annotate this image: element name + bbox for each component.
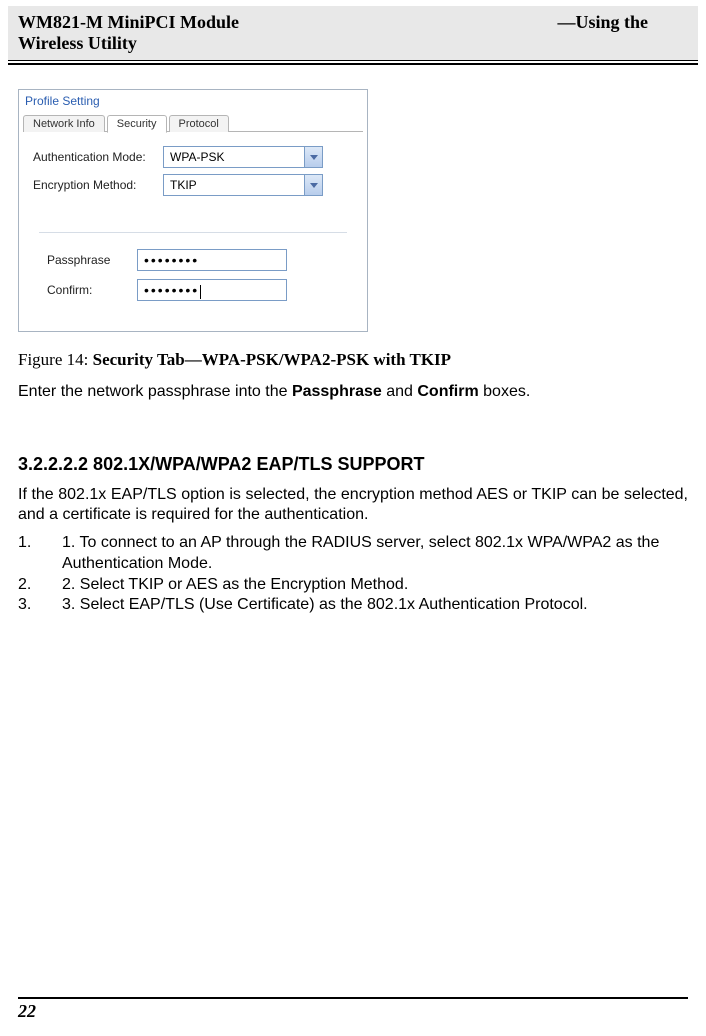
auth-mode-value: WPA-PSK (164, 150, 304, 164)
text-fragment: and (382, 383, 418, 400)
section-paragraph: If the 802.1x EAP/TLS option is selected… (18, 485, 688, 525)
list-text: 3. Select EAP/TLS (Use Certificate) as t… (62, 595, 688, 616)
chevron-down-icon[interactable] (304, 175, 322, 195)
auth-mode-label: Authentication Mode: (33, 150, 163, 164)
text-fragment: boxes. (479, 383, 531, 400)
profile-setting-window: Profile Setting Network Info Security Pr… (18, 89, 368, 332)
header-rule (8, 63, 698, 65)
window-title: Profile Setting (19, 90, 367, 110)
encryption-value: TKIP (164, 178, 304, 192)
tab-strip: Network Info Security Protocol (19, 110, 367, 132)
page-number: 22 (18, 1001, 688, 1022)
confirm-input[interactable]: •••••••• (137, 279, 287, 301)
text-fragment: Enter the network passphrase into the (18, 383, 292, 400)
tab-network-info[interactable]: Network Info (23, 115, 105, 132)
passphrase-instruction: Enter the network passphrase into the Pa… (18, 382, 688, 402)
text-bold: Passphrase (292, 383, 382, 400)
tab-label: Security (117, 118, 157, 130)
passphrase-label: Passphrase (47, 253, 137, 267)
list-number: 2. (18, 575, 62, 596)
page-header: WM821-M MiniPCI Module Wireless Utility … (8, 6, 698, 61)
figure-caption: Figure 14: Security Tab—WPA-PSK/WPA2-PSK… (18, 350, 688, 370)
header-product: WM821-M MiniPCI Module (18, 12, 239, 32)
tab-label: Protocol (179, 118, 219, 130)
text-bold: Confirm (417, 383, 478, 400)
passphrase-block: Passphrase •••••••• Confirm: •••••••• (39, 232, 347, 313)
section-heading: 3.2.2.2.2 802.1X/WPA/WPA2 EAP/TLS SUPPOR… (18, 454, 688, 475)
numbered-list: 1. 1. To connect to an AP through the RA… (18, 533, 688, 616)
header-section: —Using the (557, 12, 648, 32)
footer-rule (18, 997, 688, 999)
security-panel: Authentication Mode: WPA-PSK Encryption … (19, 132, 367, 317)
encryption-select[interactable]: TKIP (163, 174, 323, 196)
confirm-value: •••••••• (144, 282, 199, 298)
list-text: 2. Select TKIP or AES as the Encryption … (62, 575, 688, 596)
chevron-down-icon[interactable] (304, 147, 322, 167)
list-item: 2. 2. Select TKIP or AES as the Encrypti… (18, 575, 688, 596)
confirm-label: Confirm: (47, 283, 137, 297)
header-subtitle: Wireless Utility (18, 33, 137, 53)
list-number: 1. (18, 533, 62, 575)
tab-protocol[interactable]: Protocol (169, 115, 229, 132)
list-item: 3. 3. Select EAP/TLS (Use Certificate) a… (18, 595, 688, 616)
figure-number: Figure 14: (18, 350, 93, 369)
passphrase-value: •••••••• (144, 252, 199, 268)
list-number: 3. (18, 595, 62, 616)
list-text: 1. To connect to an AP through the RADIU… (62, 533, 688, 575)
encryption-label: Encryption Method: (33, 178, 163, 192)
auth-mode-select[interactable]: WPA-PSK (163, 146, 323, 168)
list-item: 1. 1. To connect to an AP through the RA… (18, 533, 688, 575)
page-footer: 22 (18, 997, 688, 1022)
passphrase-input[interactable]: •••••••• (137, 249, 287, 271)
tab-security[interactable]: Security (107, 115, 167, 133)
tab-label: Network Info (33, 118, 95, 130)
figure-title: Security Tab—WPA-PSK/WPA2-PSK with TKIP (93, 350, 451, 369)
text-caret (200, 285, 201, 299)
